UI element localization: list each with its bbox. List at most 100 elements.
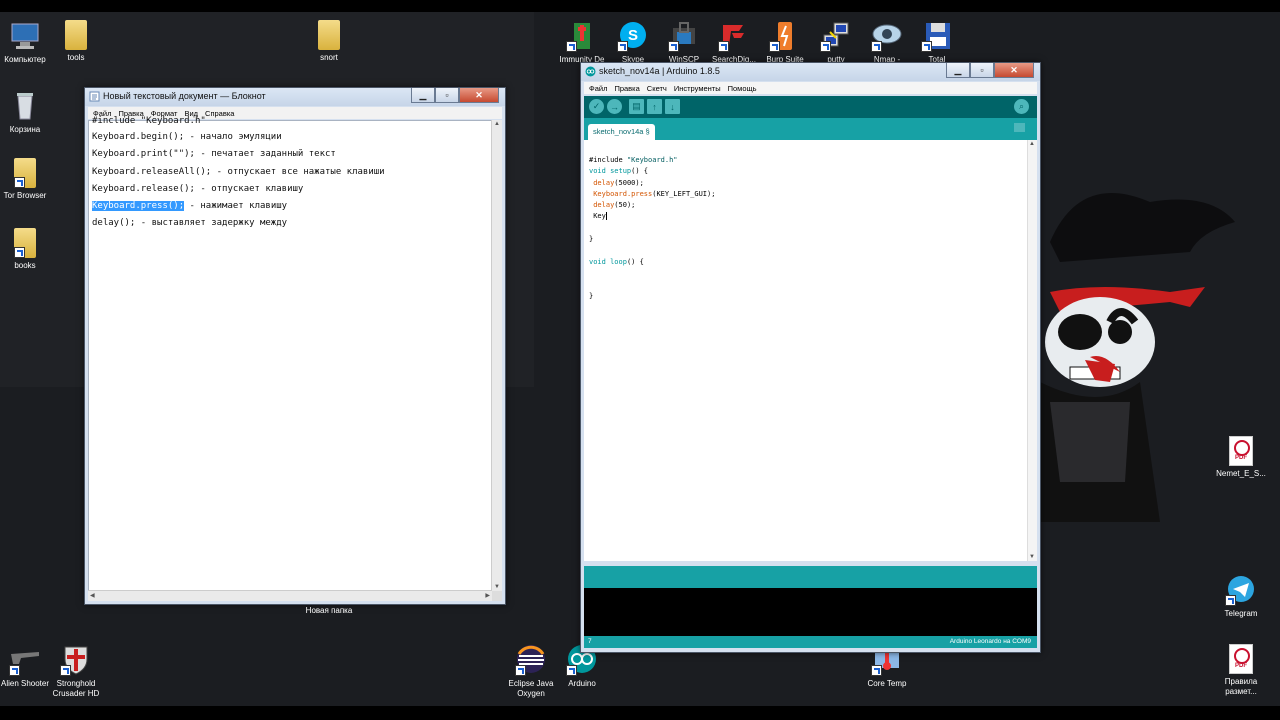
burp-suite-icon [769,20,801,52]
text-line-selected: Keyboard.press(); - нажимает клавишу [89,201,491,218]
skype-icon: S [617,20,649,52]
desktop-icon-total[interactable]: Total [907,20,967,65]
save-sketch-icon[interactable]: ↓ [665,99,680,114]
scroll-up-icon[interactable]: ▲ [1029,141,1035,147]
menu-file[interactable]: Файл [589,84,607,93]
code-token: } [589,291,594,300]
shortcut-arrow-icon [921,41,932,52]
desktop-icon-label: Telegram [1224,609,1258,618]
desktop-icon-label: Tor Browser [3,191,47,200]
desktop-icon-tools[interactable]: tools [46,20,106,63]
vertical-scrollbar[interactable]: ▲ ▼ [491,120,502,591]
code-token: (5000); [614,178,644,187]
footer-bar: 7 Arduino Leonardo на COM9 [584,636,1037,648]
desktop-icon-label: Nemet_E_S... [1216,469,1266,478]
shortcut-arrow-icon [617,41,628,52]
desktop-icon-recycle[interactable]: Корзина [0,90,55,135]
arduino-menubar: Файл Правка Скетч Инструменты Помощь [584,82,1037,94]
window-title: sketch_nov14a | Arduino 1.8.5 [599,66,720,76]
svg-text:S: S [628,27,638,44]
searchdiggity-icon [718,20,750,52]
scroll-down-icon[interactable]: ▼ [1029,554,1035,560]
tab-sketch[interactable]: sketch_nov14a § [588,124,655,140]
bottom-black-bar [0,706,1280,720]
shortcut-arrow-icon [871,665,882,676]
eclipse-icon [515,644,547,676]
minimize-button[interactable]: ▁ [946,63,970,78]
desktop-icon-telegram[interactable]: Telegram [1211,574,1271,619]
shortcut-arrow-icon [668,41,679,52]
telegram-icon [1225,574,1257,606]
shortcut-arrow-icon [566,665,577,676]
verify-icon[interactable]: ✓ [589,99,604,114]
menu-help[interactable]: Помощь [728,84,757,93]
maximize-button[interactable]: ▫ [970,63,994,78]
shortcut-arrow-icon [718,41,729,52]
desktop-icon-snort[interactable]: snort [299,20,359,63]
pdf-file-icon: PDF [1229,644,1253,674]
notepad-window[interactable]: Новый текстовый документ — Блокнот ▁ ▫ ✕… [84,87,506,605]
code-token: delay [593,201,615,210]
sketch-tabs-bar: sketch_nov14a § [584,118,1037,140]
text-line: Keyboard.begin(); - начало эмуляции [92,132,282,142]
menu-edit[interactable]: Правка [614,84,639,93]
code-token: void [589,167,606,176]
pdf-file-icon: PDF [1229,436,1253,466]
text-cursor [605,212,607,221]
shortcut-arrow-icon [14,177,25,188]
minimize-button[interactable]: ▁ [411,88,435,103]
desktop-icon-tor[interactable]: Tor Browser [0,158,55,201]
code-token: setup [605,167,632,176]
tab-menu-dropdown-icon[interactable] [1014,123,1025,132]
desktop-icon-label: Правила размет... [1224,677,1258,696]
text-line: Keyboard.print(""); - печатает заданный … [92,149,336,160]
arduino-ide-window[interactable]: sketch_nov14a | Arduino 1.8.5 ▁ ▫ ✕ Файл… [580,62,1041,653]
text-line: Keyboard.release(); - отпускает клавишу [92,183,304,194]
shortcut-arrow-icon [14,247,25,258]
winscp-icon [668,20,700,52]
text-line: Keyboard.releaseAll(); - отпускает все н… [92,166,385,177]
status-bar [584,566,1037,588]
text-fragment: - нажимает клавишу [184,201,288,212]
serial-monitor-icon[interactable]: ⌕ [1014,99,1029,114]
desktop-icon-pdf-nemet[interactable]: PDF Nemet_E_S... [1211,436,1271,479]
scroll-left-icon[interactable]: ◀ [90,592,95,599]
resize-grip[interactable] [492,591,502,601]
desktop-icon-label: tools [67,53,85,62]
editor-scrollbar[interactable]: ▲ ▼ [1027,140,1037,561]
window-title: Новый текстовый документ — Блокнот [103,91,266,101]
notepad-titlebar[interactable]: Новый текстовый документ — Блокнот ▁ ▫ ✕ [85,88,505,106]
menu-tools[interactable]: Инструменты [674,84,721,93]
desktop-icon-label: snort [320,53,338,62]
code-editor[interactable]: #include "Keyboard.h" void setup() { del… [584,140,1028,561]
shortcut-arrow-icon [769,41,780,52]
scroll-right-icon[interactable]: ▶ [485,592,490,599]
code-token: .press [626,189,653,198]
code-token: () { [626,257,644,266]
scroll-down-icon[interactable]: ▼ [494,584,500,590]
code-token: loop [605,257,627,266]
menu-sketch[interactable]: Скетч [647,84,667,93]
new-sketch-icon[interactable]: ▤ [629,99,644,114]
open-sketch-icon[interactable]: ↑ [647,99,662,114]
immunity-debugger-icon [566,20,598,52]
desktop-icon-stronghold[interactable]: Stronghold Crusader HD [46,644,106,699]
putty-icon [820,20,852,52]
arduino-titlebar[interactable]: sketch_nov14a | Arduino 1.8.5 ▁ ▫ ✕ [581,63,1040,81]
upload-icon[interactable]: → [607,99,622,114]
desktop-icon-books[interactable]: books [0,228,55,271]
horizontal-scrollbar[interactable]: ◀ ▶ [88,590,492,601]
tor-browser-icon [14,158,36,188]
desktop-icon-pdf-rules[interactable]: PDF Правила размет... [1211,644,1271,697]
shortcut-arrow-icon [60,665,71,676]
nmap-icon [871,20,903,52]
close-button[interactable]: ✕ [459,88,499,103]
folder-icon [14,228,36,258]
desktop-icon-label: Core Temp [867,679,907,688]
notepad-text-area[interactable]: #include "Keyboard.h" Keyboard.begin(); … [88,116,492,591]
scroll-up-icon[interactable]: ▲ [494,121,500,127]
close-button[interactable]: ✕ [994,63,1034,78]
output-console[interactable] [584,588,1037,636]
desktop-label-new-folder[interactable]: Новая папка [299,606,359,616]
maximize-button[interactable]: ▫ [435,88,459,103]
